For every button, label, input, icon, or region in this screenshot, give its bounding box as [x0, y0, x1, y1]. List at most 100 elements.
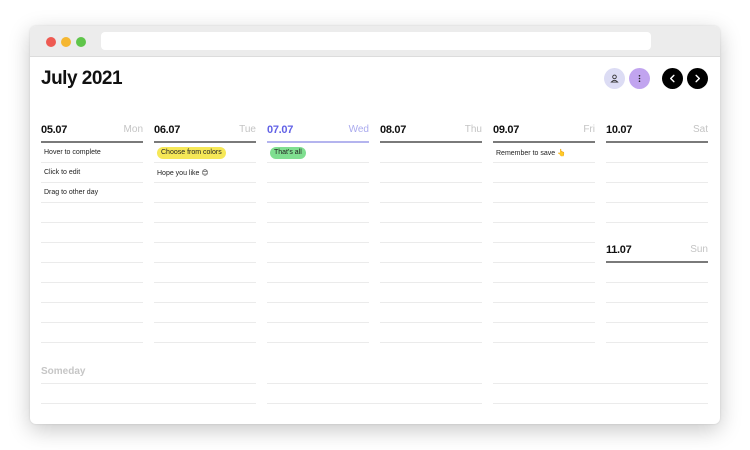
user-icon [610, 74, 619, 83]
empty-task-row[interactable] [267, 323, 369, 343]
task-row[interactable]: Hover to complete [41, 143, 143, 163]
day-column-fri: 09.07 Fri Remember to save 👆 [493, 122, 595, 343]
empty-task-row[interactable] [267, 263, 369, 283]
task-text: Click to edit [44, 169, 81, 176]
day-header: 05.07 Mon [41, 122, 143, 143]
day-column-sun: 11.07 Sun [606, 242, 708, 343]
day-name: Mon [123, 124, 143, 135]
empty-task-row[interactable] [41, 263, 143, 283]
empty-task-row[interactable] [41, 243, 143, 263]
task-row[interactable]: That's all [267, 143, 369, 163]
empty-task-row[interactable] [493, 263, 595, 283]
empty-task-row[interactable] [380, 203, 482, 223]
empty-task-row[interactable] [267, 243, 369, 263]
task-row[interactable]: Click to edit [41, 163, 143, 183]
task-text: Hover to complete [44, 149, 101, 156]
empty-task-row[interactable] [493, 303, 595, 323]
empty-task-row[interactable] [41, 223, 143, 243]
day-date: 06.07 [154, 124, 181, 136]
day-name: Tue [239, 124, 256, 135]
day-column-mon: 05.07 Mon Hover to complete Click to edi… [41, 122, 143, 343]
empty-task-row[interactable] [380, 143, 482, 163]
empty-task-row[interactable] [380, 283, 482, 303]
day-name: Thu [464, 124, 482, 135]
empty-task-row[interactable] [380, 243, 482, 263]
empty-task-row[interactable] [606, 143, 708, 163]
someday-column-right [493, 364, 708, 404]
day-header: 08.07 Thu [380, 122, 482, 143]
chevron-left-icon [669, 74, 675, 83]
empty-task-row[interactable] [380, 183, 482, 203]
empty-task-row[interactable] [154, 323, 256, 343]
day-date: 07.07 [267, 124, 294, 136]
empty-task-row[interactable] [493, 183, 595, 203]
empty-task-row[interactable] [41, 323, 143, 343]
empty-task-row[interactable] [267, 303, 369, 323]
task-row[interactable]: Remember to save 👆 [493, 143, 595, 163]
day-column-wed: 07.07 Wed That's all [267, 122, 369, 343]
empty-task-row[interactable] [606, 183, 708, 203]
task-row[interactable]: Hope you like 😊 [154, 163, 256, 183]
empty-task-row[interactable] [493, 203, 595, 223]
empty-task-row[interactable] [493, 163, 595, 183]
day-date: 11.07 [606, 244, 632, 256]
maximize-window-button[interactable] [76, 37, 86, 47]
user-button[interactable] [604, 68, 625, 89]
empty-task-row[interactable] [380, 263, 482, 283]
empty-task-row[interactable] [154, 303, 256, 323]
empty-task-row[interactable] [267, 364, 482, 384]
task-row[interactable]: Drag to other day [41, 183, 143, 203]
empty-task-row[interactable] [606, 303, 708, 323]
day-column-sat: 10.07 Sat [606, 122, 708, 223]
empty-task-row[interactable] [493, 384, 708, 404]
day-column-thu: 08.07 Thu [380, 122, 482, 343]
address-bar[interactable] [101, 32, 651, 50]
more-icon [638, 74, 641, 83]
empty-task-row[interactable] [41, 283, 143, 303]
empty-task-row[interactable] [154, 223, 256, 243]
task-row[interactable]: Choose from colors [154, 143, 256, 163]
task-text: Remember to save 👆 [496, 149, 566, 157]
empty-task-row[interactable] [606, 163, 708, 183]
empty-task-row[interactable] [267, 163, 369, 183]
empty-task-row[interactable] [267, 223, 369, 243]
empty-task-row[interactable] [380, 223, 482, 243]
empty-task-row[interactable] [493, 243, 595, 263]
empty-task-row[interactable] [267, 183, 369, 203]
day-header: 11.07 Sun [606, 242, 708, 263]
empty-task-row[interactable] [380, 303, 482, 323]
empty-task-row[interactable] [41, 384, 256, 404]
empty-task-row[interactable] [493, 323, 595, 343]
empty-task-row[interactable] [606, 263, 708, 283]
day-date: 10.07 [606, 124, 633, 136]
empty-task-row[interactable] [154, 203, 256, 223]
empty-task-row[interactable] [493, 223, 595, 243]
empty-task-row[interactable] [41, 364, 256, 384]
empty-task-row[interactable] [154, 183, 256, 203]
empty-task-row[interactable] [41, 303, 143, 323]
empty-task-row[interactable] [267, 283, 369, 303]
minimize-window-button[interactable] [61, 37, 71, 47]
next-week-button[interactable] [687, 68, 708, 89]
empty-task-row[interactable] [41, 203, 143, 223]
close-window-button[interactable] [46, 37, 56, 47]
empty-task-row[interactable] [606, 323, 708, 343]
empty-task-row[interactable] [493, 283, 595, 303]
browser-window: July 2021 05.07 Mon Hover to complete Cl… [30, 26, 720, 424]
empty-task-row[interactable] [267, 203, 369, 223]
empty-task-row[interactable] [154, 263, 256, 283]
empty-task-row[interactable] [380, 323, 482, 343]
prev-week-button[interactable] [662, 68, 683, 89]
empty-task-row[interactable] [154, 243, 256, 263]
empty-task-row[interactable] [606, 203, 708, 223]
empty-task-row[interactable] [267, 384, 482, 404]
empty-task-row[interactable] [493, 364, 708, 384]
empty-task-row[interactable] [606, 283, 708, 303]
task-text: Hope you like 😊 [157, 169, 209, 177]
empty-task-row[interactable] [154, 283, 256, 303]
more-button[interactable] [629, 68, 650, 89]
page-title: July 2021 [41, 68, 123, 89]
day-date: 08.07 [380, 124, 407, 136]
empty-task-row[interactable] [380, 163, 482, 183]
day-header: 07.07 Wed [267, 122, 369, 143]
